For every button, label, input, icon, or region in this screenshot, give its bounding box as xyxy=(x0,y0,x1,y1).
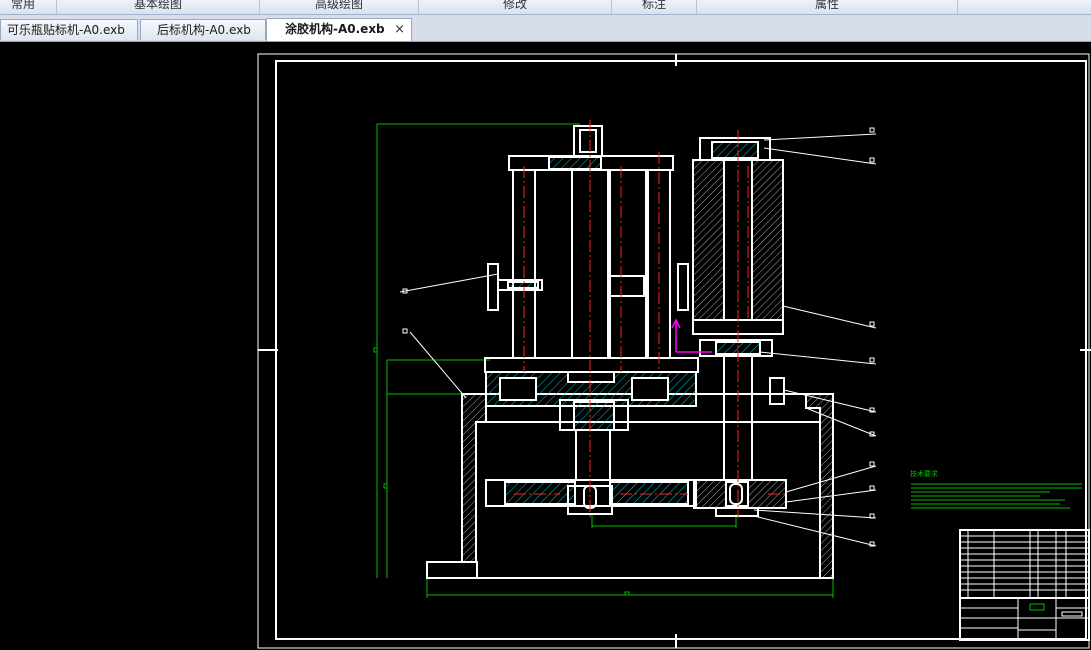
right-roller-assembly xyxy=(692,137,787,517)
sheet-outer-border xyxy=(257,53,1090,649)
title-block xyxy=(959,529,1090,641)
tab-gluing-mechanism[interactable]: 涂胶机构-A0.exb × xyxy=(266,18,412,41)
ribbon-group-properties[interactable]: 属性 xyxy=(697,0,958,14)
tab-rear-label-mechanism[interactable]: 后标机构-A0.exb xyxy=(140,19,266,40)
document-tab-bar: 可乐瓶贴标机-A0.exb 后标机构-A0.exb 涂胶机构-A0.exb × xyxy=(0,15,1091,42)
ribbon-bar: 常用 基本绘图 高级绘图 修改 标注 属性 xyxy=(0,0,1091,15)
close-tab-icon[interactable]: × xyxy=(394,19,405,40)
tab-label: 后标机构-A0.exb xyxy=(157,23,251,37)
technical-notes-title: 技术要求 xyxy=(910,469,938,478)
left-cylinder-assembly xyxy=(484,125,699,515)
sheet-inner-border xyxy=(275,60,1087,640)
ribbon-group-advanced-draw[interactable]: 高级绘图 xyxy=(260,0,419,14)
ribbon-group-common[interactable]: 常用 xyxy=(0,0,57,14)
tab-label: 涂胶机构-A0.exb xyxy=(285,22,385,36)
ribbon-group-basic-draw[interactable]: 基本绘图 xyxy=(57,0,260,14)
drawing-canvas[interactable]: 技术要求 xyxy=(0,42,1091,650)
tab-coke-bottle-labeler[interactable]: 可乐瓶贴标机-A0.exb xyxy=(0,19,138,40)
ribbon-group-annotate[interactable]: 标注 xyxy=(612,0,697,14)
technical-notes-text xyxy=(911,483,1082,509)
ribbon-group-modify[interactable]: 修改 xyxy=(419,0,612,14)
tab-label: 可乐瓶贴标机-A0.exb xyxy=(7,23,125,37)
cad-drawing: 技术要求 xyxy=(257,53,1091,649)
